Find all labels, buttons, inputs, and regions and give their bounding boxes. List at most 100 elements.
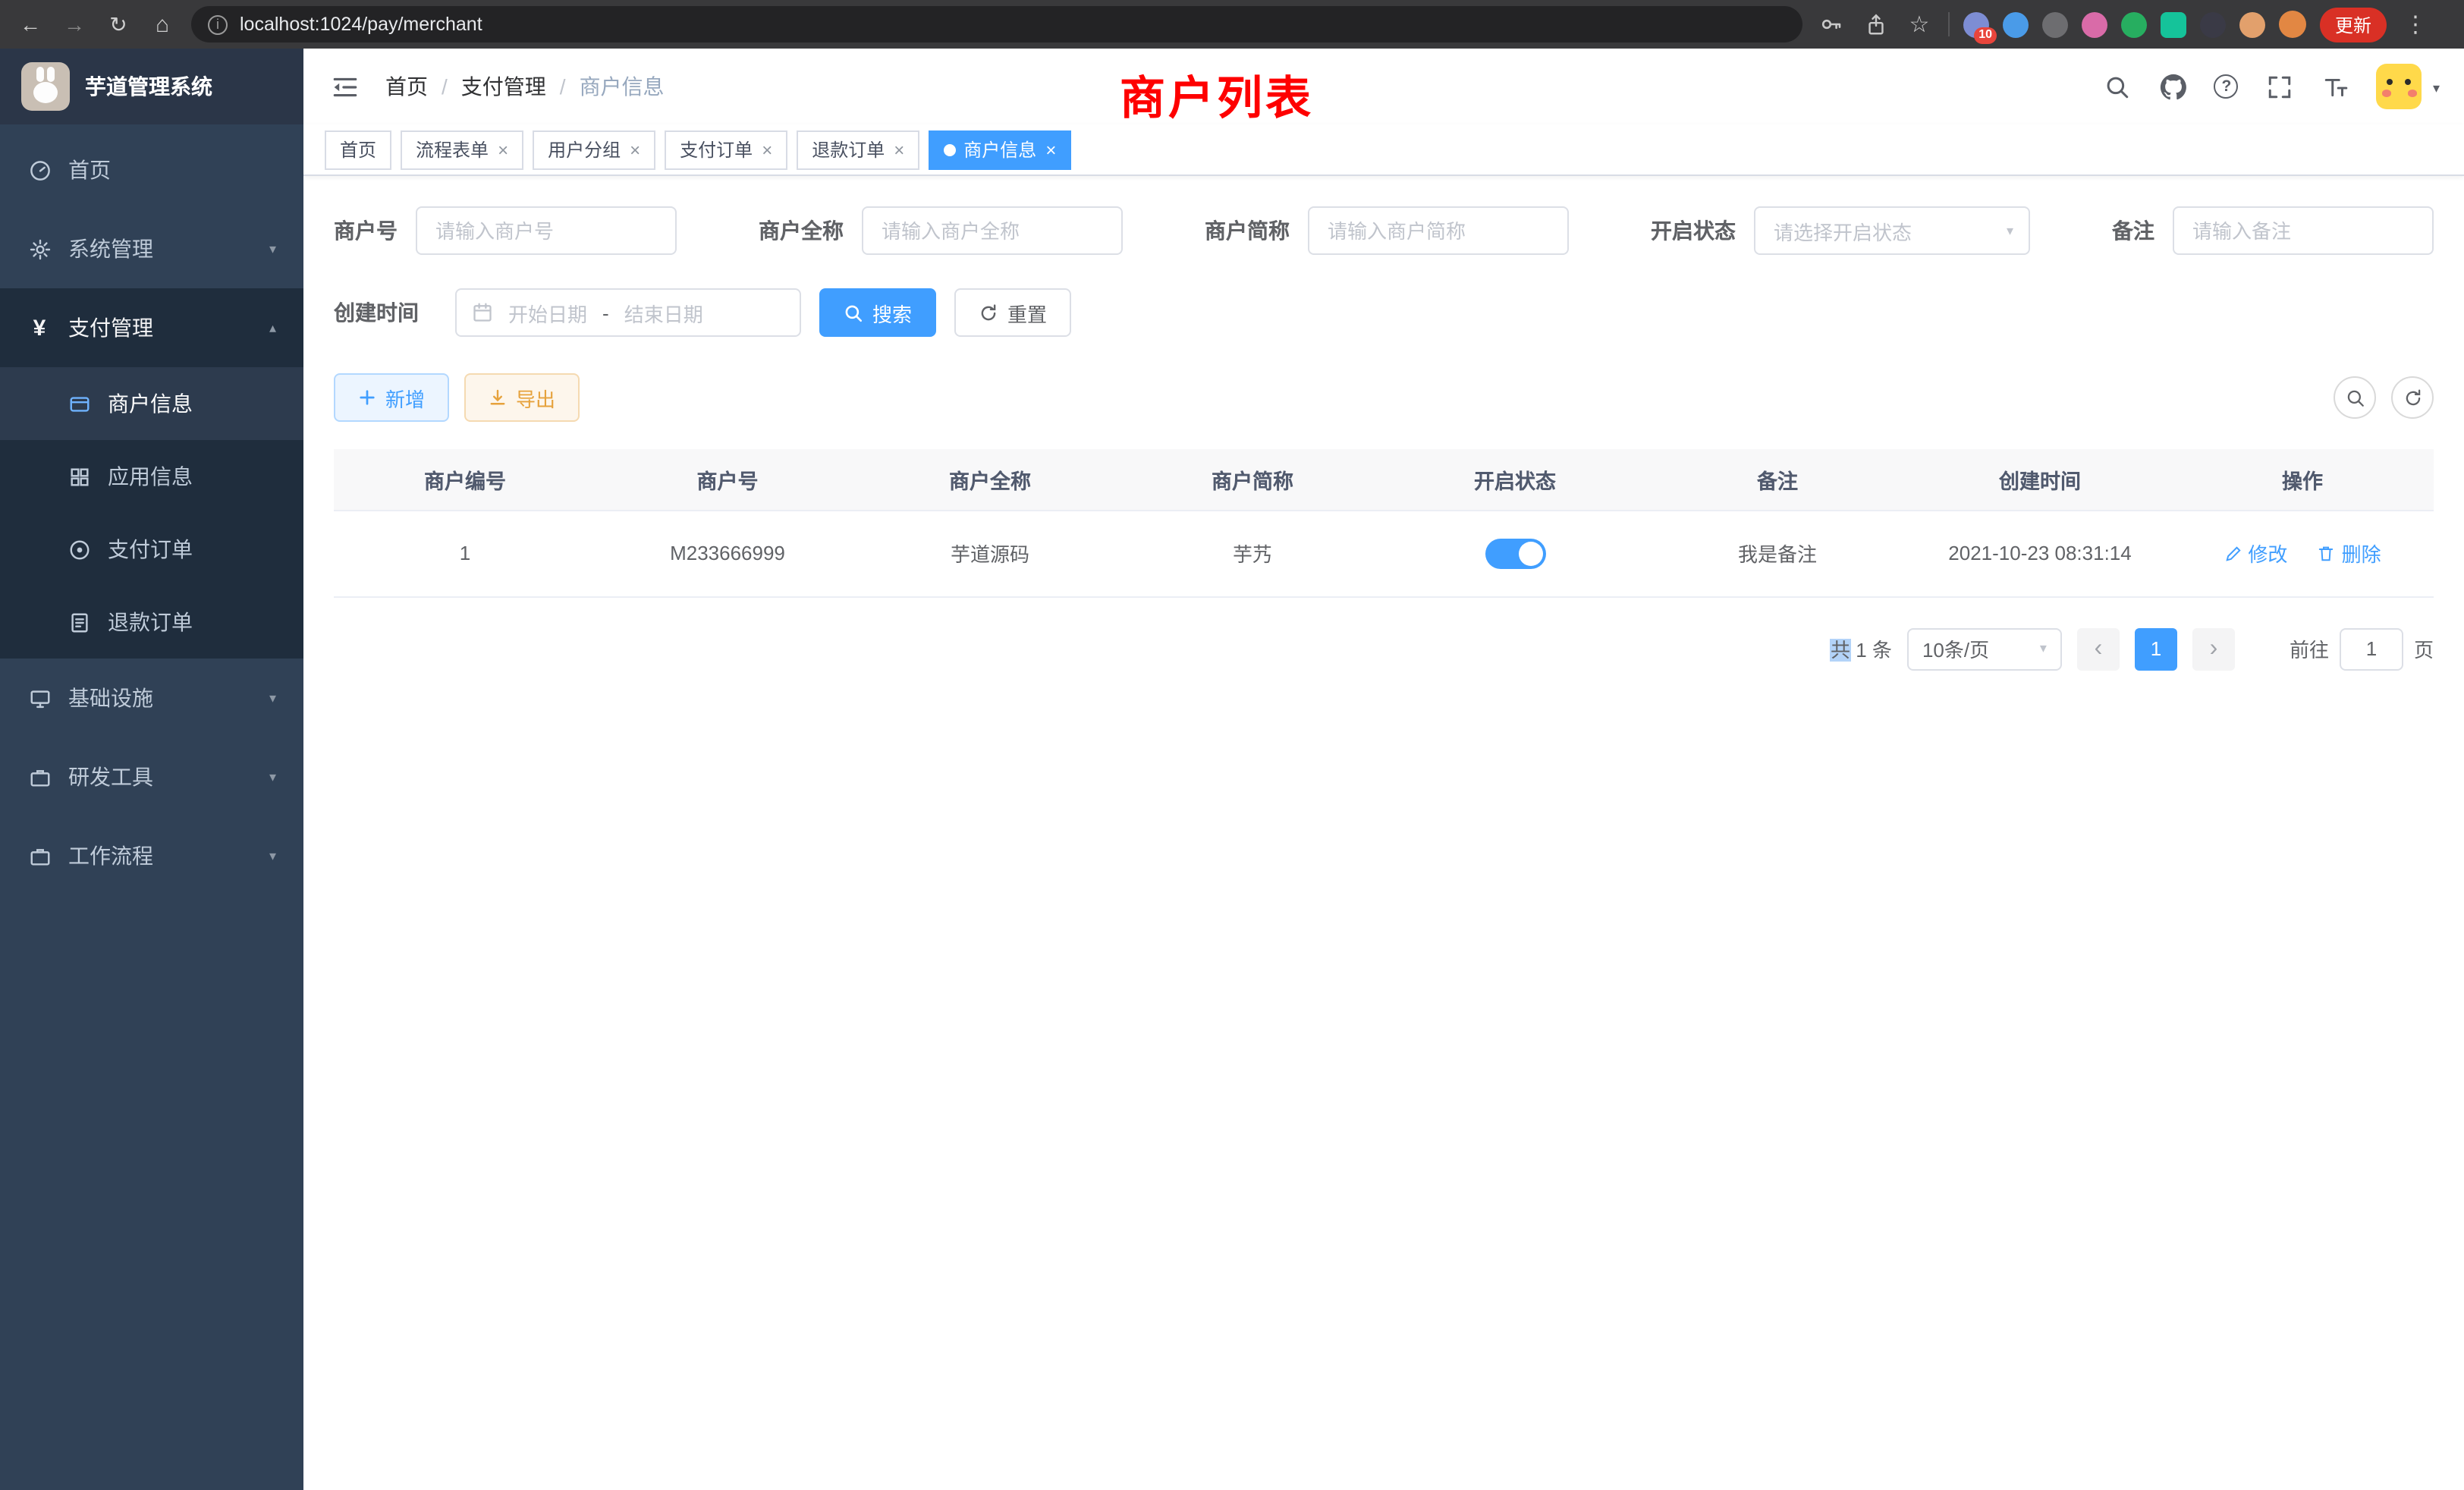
url-bar[interactable]: localhost:1024/pay/merchant — [191, 6, 1802, 42]
sidebar-item-merchant-info[interactable]: 商户信息 — [0, 367, 303, 440]
export-button[interactable]: 导出 — [464, 373, 580, 422]
help-icon[interactable] — [2214, 74, 2239, 99]
extension-icon[interactable] — [2042, 11, 2068, 37]
edit-link[interactable]: 修改 — [2224, 539, 2287, 567]
extension-icon[interactable] — [2239, 11, 2265, 37]
close-icon[interactable] — [630, 139, 640, 160]
sidebar-item-pay-order[interactable]: 支付订单 — [0, 513, 303, 586]
date-range-picker[interactable]: 开始日期 - 结束日期 — [455, 288, 801, 337]
date-separator: - — [602, 301, 609, 324]
field-label: 商户号 — [334, 215, 398, 246]
sidebar-item-home[interactable]: 首页 — [0, 130, 303, 209]
tab-label: 退款订单 — [812, 137, 885, 162]
tab-pay-order[interactable]: 支付订单 — [665, 130, 787, 169]
browser-profile-avatar[interactable] — [2279, 11, 2306, 38]
tab-merchant-info[interactable]: 商户信息 — [929, 130, 1071, 169]
field-label: 开启状态 — [1651, 215, 1736, 246]
page-header: 首页 支付管理 商户信息 商户列表 — [303, 49, 2464, 124]
extension-icon[interactable] — [2161, 11, 2186, 37]
browser-home-icon[interactable] — [147, 9, 178, 39]
search-form-row-2: 创建时间 开始日期 - 结束日期 搜索 — [334, 288, 2434, 337]
merchant-short-input[interactable] — [1308, 206, 1569, 255]
extension-icon[interactable] — [2082, 11, 2107, 37]
reset-button[interactable]: 重置 — [954, 288, 1071, 337]
page-size-select[interactable]: 10条/页 — [1907, 627, 2062, 670]
tab-refund-order[interactable]: 退款订单 — [797, 130, 919, 169]
page-number-button[interactable]: 1 — [2135, 627, 2177, 670]
site-info-icon[interactable] — [208, 14, 228, 34]
extension-icon[interactable] — [2003, 11, 2029, 37]
close-icon[interactable] — [498, 139, 508, 160]
column-header: 商户号 — [596, 449, 859, 510]
extension-icon[interactable] — [2200, 11, 2226, 37]
tab-user-group[interactable]: 用户分组 — [533, 130, 655, 169]
status-toggle[interactable] — [1485, 538, 1545, 568]
password-key-icon[interactable] — [1816, 9, 1846, 39]
edit-link-label: 修改 — [2248, 539, 2287, 567]
search-button[interactable]: 搜索 — [819, 288, 936, 337]
sidebar-item-infra[interactable]: 基础设施 — [0, 659, 303, 737]
breadcrumb-pay[interactable]: 支付管理 — [461, 71, 546, 102]
sidebar-item-app-info[interactable]: 应用信息 — [0, 440, 303, 513]
browser-menu-icon[interactable] — [2400, 9, 2431, 39]
github-icon[interactable] — [2158, 71, 2189, 102]
fullscreen-icon[interactable] — [2264, 71, 2295, 102]
sidebar-item-devtools[interactable]: 研发工具 — [0, 737, 303, 816]
cell-full-name: 芋道源码 — [859, 510, 1121, 596]
pagination-total: 共 1 条 — [1831, 634, 1892, 663]
target-icon — [67, 537, 91, 561]
app-logo[interactable]: 芋道管理系统 — [0, 49, 303, 124]
breadcrumb-home[interactable]: 首页 — [385, 71, 428, 102]
browser-update-button[interactable]: 更新 — [2320, 7, 2387, 42]
bookmark-star-icon[interactable] — [1904, 9, 1934, 39]
export-button-label: 导出 — [516, 383, 555, 412]
column-header: 创建时间 — [1909, 449, 2171, 510]
sidebar-item-pay[interactable]: 支付管理 — [0, 288, 303, 367]
reset-button-label: 重置 — [1007, 298, 1047, 327]
chevron-down-icon — [269, 690, 276, 706]
sidebar-item-label: 商户信息 — [108, 388, 193, 419]
browser-reload-icon[interactable] — [103, 9, 134, 39]
search-icon[interactable] — [2102, 71, 2132, 102]
chevron-down-icon — [2007, 222, 2013, 239]
avatar-caret-icon[interactable] — [2433, 80, 2440, 97]
pagination-goto: 前往 页 — [2290, 627, 2434, 670]
close-icon[interactable] — [894, 139, 904, 160]
sidebar-toggle-icon[interactable] — [328, 70, 361, 103]
font-size-icon[interactable] — [2321, 71, 2351, 102]
sidebar-item-refund-order[interactable]: 退款订单 — [0, 586, 303, 659]
pagination: 共 1 条 10条/页 1 前往 页 — [334, 627, 2434, 670]
toggle-search-button[interactable] — [2334, 376, 2376, 419]
close-icon[interactable] — [762, 139, 772, 160]
page-content: 商户号 商户全称 商户简称 开启状态 请选择开启状态 — [303, 176, 2464, 1490]
goto-page-input[interactable] — [2340, 627, 2403, 670]
sidebar-item-system[interactable]: 系统管理 — [0, 209, 303, 288]
prev-page-button[interactable] — [2077, 627, 2120, 670]
delete-link[interactable]: 删除 — [2318, 539, 2381, 567]
page-annotation: 商户列表 — [1120, 61, 1314, 127]
tab-process-form[interactable]: 流程表单 — [401, 130, 523, 169]
browser-forward-icon[interactable] — [59, 9, 90, 39]
merchant-name-input[interactable] — [862, 206, 1123, 255]
status-select[interactable]: 请选择开启状态 — [1754, 206, 2030, 255]
start-date-placeholder: 开始日期 — [508, 298, 587, 327]
browser-back-icon[interactable] — [15, 9, 46, 39]
field-label: 商户全称 — [759, 215, 844, 246]
user-avatar[interactable] — [2377, 64, 2422, 109]
extension-icon[interactable] — [2121, 11, 2147, 37]
next-page-button[interactable] — [2192, 627, 2235, 670]
merchant-no-input[interactable] — [416, 206, 677, 255]
column-header: 商户全称 — [859, 449, 1121, 510]
share-icon[interactable] — [1860, 9, 1890, 39]
remark-input[interactable] — [2173, 206, 2434, 255]
sidebar-item-label: 支付管理 — [68, 313, 153, 343]
search-button-label: 搜索 — [872, 298, 912, 327]
extension-icon[interactable]: 10 — [1963, 11, 1989, 37]
add-button[interactable]: 新增 — [334, 373, 449, 422]
tab-home[interactable]: 首页 — [325, 130, 391, 169]
refresh-button[interactable] — [2391, 376, 2434, 419]
close-icon[interactable] — [1045, 139, 1056, 160]
sidebar-item-workflow[interactable]: 工作流程 — [0, 816, 303, 895]
sidebar-item-label: 系统管理 — [68, 234, 153, 264]
form-item-merchant-short: 商户简称 — [1205, 206, 1569, 255]
